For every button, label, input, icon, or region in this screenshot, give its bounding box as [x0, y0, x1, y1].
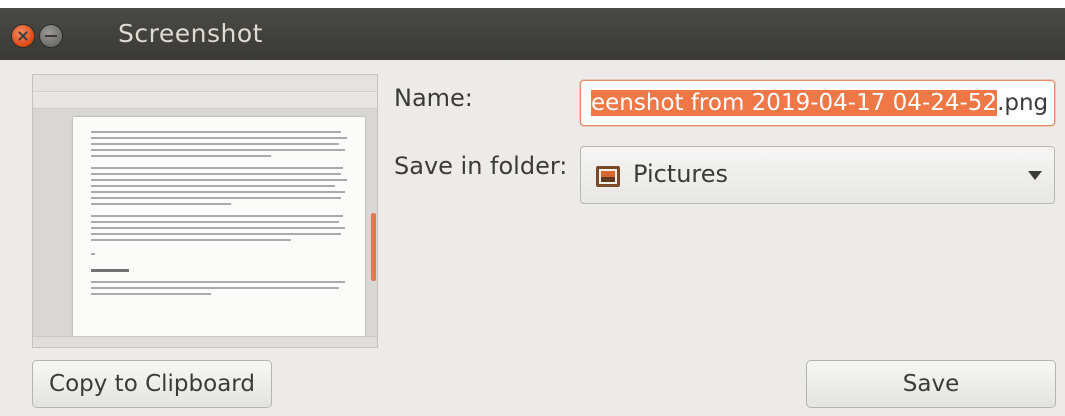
title-bar: Screenshot: [0, 8, 1065, 60]
screenshot-dialog: Screenshot Name: eenshot from 2019-04-17…: [0, 8, 1065, 416]
filename-extension: .png: [997, 90, 1049, 116]
screenshot-preview: [32, 74, 378, 348]
save-folder-label: Save in folder:: [394, 152, 568, 180]
copy-to-clipboard-button[interactable]: Copy to Clipboard: [32, 360, 272, 408]
close-window-button[interactable]: [12, 25, 34, 47]
preview-scrollbar: [371, 213, 376, 281]
preview-status-bar: [33, 336, 377, 347]
preview-format-bar: [33, 92, 377, 109]
filename-selected-text: eenshot from 2019-04-17 04-24-52: [591, 90, 998, 116]
save-button[interactable]: Save: [806, 360, 1056, 408]
preview-toolbar: [33, 75, 377, 92]
filename-input[interactable]: eenshot from 2019-04-17 04-24-52.png: [580, 80, 1055, 126]
window-title: Screenshot: [118, 19, 263, 48]
selected-folder: Pictures: [633, 160, 729, 188]
preview-document-page: [73, 117, 365, 339]
pictures-folder-icon: [596, 166, 620, 187]
chevron-down-icon: [1028, 171, 1042, 180]
minimize-window-button[interactable]: [40, 25, 62, 47]
name-label: Name:: [394, 84, 473, 112]
save-folder-dropdown[interactable]: Pictures: [580, 146, 1055, 204]
